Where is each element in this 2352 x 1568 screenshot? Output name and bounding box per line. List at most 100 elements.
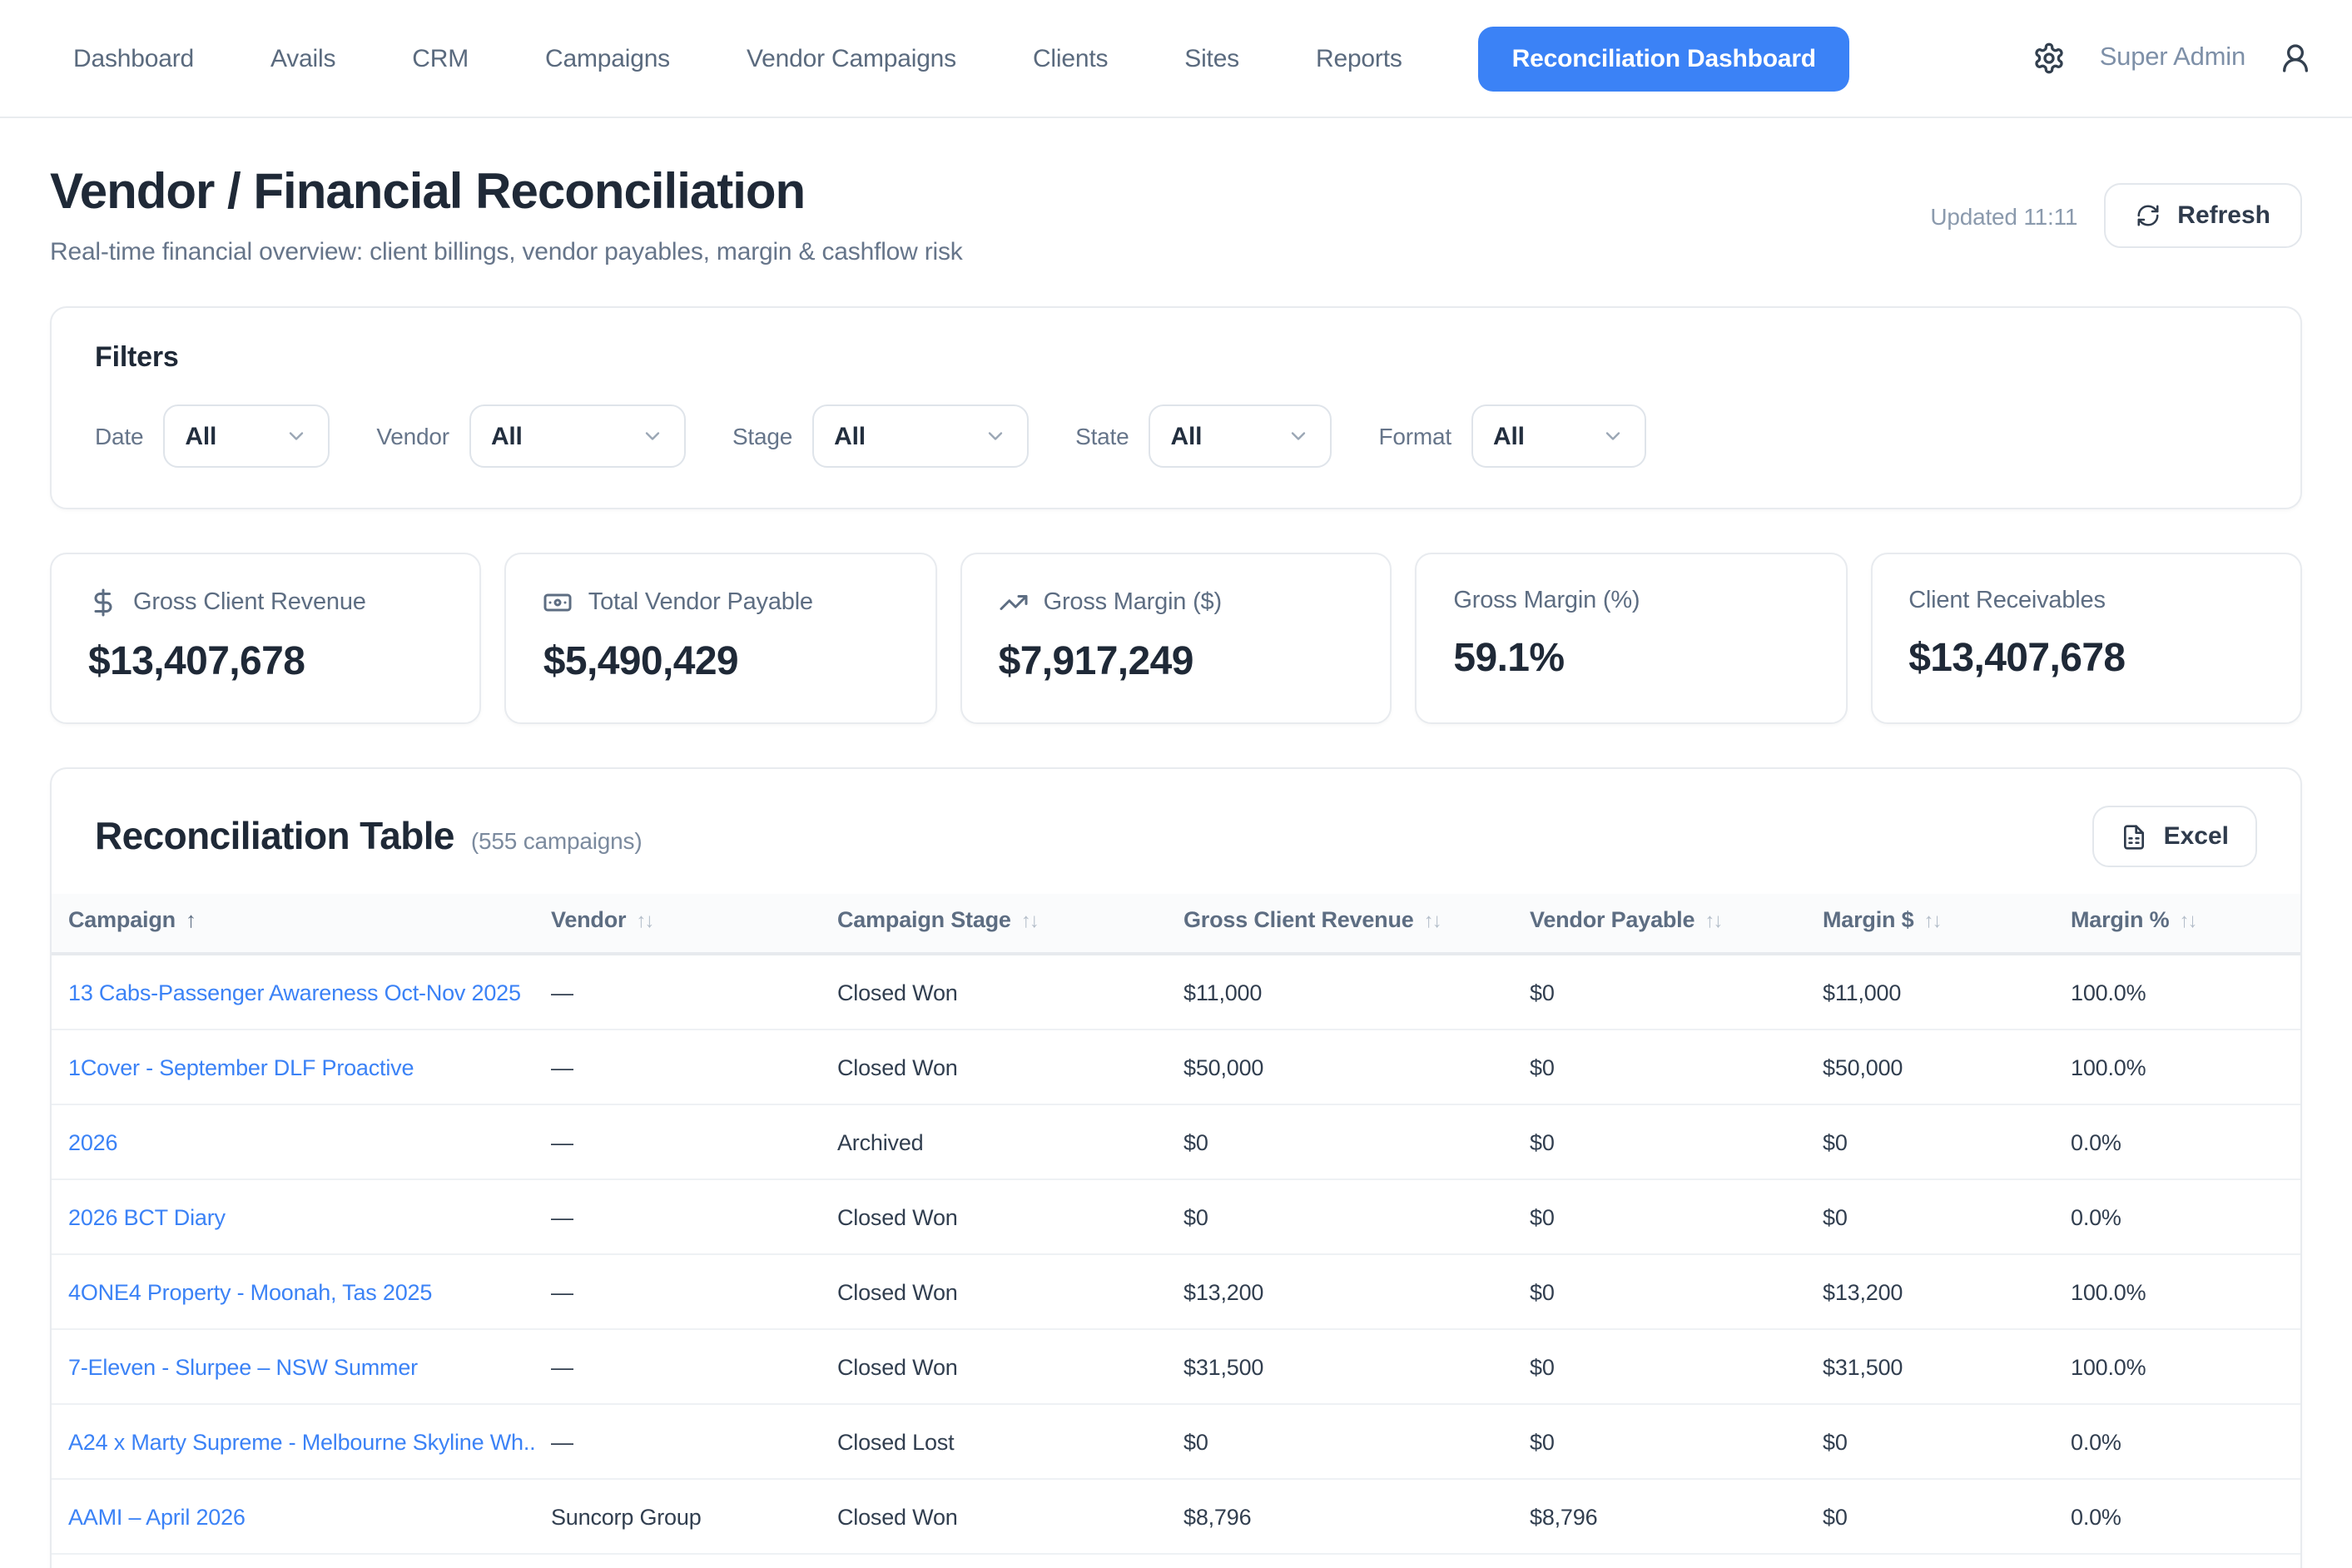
kpi-card-gross-margin: Gross Margin ($) $7,917,249 xyxy=(960,553,1392,724)
excel-export-button[interactable]: Excel xyxy=(2092,806,2257,867)
nav-item-avails[interactable]: Avails xyxy=(270,44,335,72)
table-row: 2026—Archived$0$0$00.0% xyxy=(52,1104,2300,1179)
settings-button[interactable] xyxy=(2033,42,2067,75)
table-body: 13 Cabs-Passenger Awareness Oct-Nov 2025… xyxy=(52,954,2300,1568)
cell-margin-percent: 0.0% xyxy=(2054,1554,2287,1568)
filter-select-format[interactable]: All xyxy=(1471,404,1646,468)
cell-actions xyxy=(2287,1554,2300,1568)
sort-asc-icon: ↑ xyxy=(186,907,196,932)
column-header-campaign-stage[interactable]: Campaign Stage↑↓ xyxy=(821,894,1167,954)
filter-group-vendor: Vendor All xyxy=(376,404,686,468)
kpi-card-client-receivables: Client Receivables$13,407,678 xyxy=(1870,553,2302,724)
cell-stage: Closed Won xyxy=(821,1030,1167,1104)
nav-item-vendor-campaigns[interactable]: Vendor Campaigns xyxy=(747,44,956,72)
filter-value-format: All xyxy=(1493,422,1525,450)
cell-vendor: — xyxy=(534,954,821,1030)
top-nav: Dashboard Avails CRM Campaigns Vendor Campai… xyxy=(0,0,2352,118)
nav-item-reconciliation-dashboard[interactable]: Reconciliation Dashboard xyxy=(1479,26,1849,91)
campaign-link[interactable]: 2026 BCT Diary xyxy=(68,1204,226,1229)
chevron-down-icon xyxy=(984,424,1007,448)
cell-margin-dollars: $50,000 xyxy=(1806,1030,2054,1104)
kpi-value: $5,490,429 xyxy=(543,639,899,686)
file-spreadsheet-icon xyxy=(2121,823,2147,850)
column-header-gross-client-revenue[interactable]: Gross Client Revenue↑↓ xyxy=(1167,894,1513,954)
cell-gross-client-revenue: $50,000 xyxy=(1167,1030,1513,1104)
cell-gross-client-revenue: $13,200 xyxy=(1167,1254,1513,1329)
cell-margin-dollars: $0 xyxy=(1806,1479,2054,1554)
column-header-margin[interactable]: Margin $↑↓ xyxy=(1806,894,2054,954)
filter-value-date: All xyxy=(185,422,216,450)
refresh-button[interactable]: Refresh xyxy=(2104,183,2302,248)
page-subtitle: Real-time financial overview: client bil… xyxy=(50,238,963,266)
table-row: 2026 BCT Diary—Closed Won$0$0$00.0% xyxy=(52,1179,2300,1254)
cell-stage: Closed Lost xyxy=(821,1404,1167,1479)
filter-label-state: State xyxy=(1075,423,1129,449)
banknote-icon xyxy=(543,588,573,618)
sort-both-icon: ↑↓ xyxy=(1704,909,1721,932)
kpi-row: Gross Client Revenue$13,407,678Total Ven… xyxy=(50,553,2302,724)
cell-actions xyxy=(2287,1254,2300,1329)
campaign-link[interactable]: 1Cover - September DLF Proactive xyxy=(68,1054,414,1079)
user-round-icon xyxy=(2279,42,2312,75)
kpi-value: $7,917,249 xyxy=(999,639,1354,686)
kpi-value: $13,407,678 xyxy=(1908,636,2264,682)
campaign-link[interactable]: 7-Eleven - Slurpee – NSW Summer xyxy=(68,1354,418,1379)
cell-margin-dollars: $0 xyxy=(1806,1179,2054,1254)
refresh-button-label: Refresh xyxy=(2177,201,2270,230)
column-header-vendor-payable[interactable]: Vendor Payable↑↓ xyxy=(1513,894,1806,954)
kpi-card-gross-client-revenue: Gross Client Revenue$13,407,678 xyxy=(50,553,482,724)
campaign-link[interactable]: A24 x Marty Supreme - Melbourne Skyline … xyxy=(68,1429,534,1454)
nav-items: Dashboard Avails CRM Campaigns Vendor Campai… xyxy=(73,44,1402,72)
kpi-label: Gross Margin ($) xyxy=(999,588,1354,618)
cell-campaign: 4ONE4 Property - Moonah, Tas 2025 xyxy=(52,1254,534,1329)
chevron-down-icon xyxy=(1601,424,1625,448)
nav-item-clients[interactable]: Clients xyxy=(1033,44,1108,72)
filter-value-vendor: All xyxy=(491,422,523,450)
nav-item-dashboard[interactable]: Dashboard xyxy=(73,44,194,72)
filter-select-vendor[interactable]: All xyxy=(469,404,686,468)
reconciliation-table-card: Reconciliation Table (555 campaigns) Exc… xyxy=(50,767,2302,1568)
nav-item-reports[interactable]: Reports xyxy=(1316,44,1402,72)
cell-campaign: 13 Cabs-Passenger Awareness Oct-Nov 2025 xyxy=(52,954,534,1030)
cell-vendor-payable: $0 xyxy=(1513,1254,1806,1329)
cell-actions xyxy=(2287,1179,2300,1254)
cell-stage: Archived xyxy=(821,1104,1167,1179)
cell-campaign: 1Cover - September DLF Proactive xyxy=(52,1030,534,1104)
reconciliation-table: Campaign↑Vendor↑↓Campaign Stage↑↓Gross C… xyxy=(52,894,2300,1568)
table-row: 4ONE4 Property - Moonah, Tas 2025—Closed… xyxy=(52,1254,2300,1329)
nav-item-sites[interactable]: Sites xyxy=(1184,44,1239,72)
cell-margin-percent: 100.0% xyxy=(2054,1329,2287,1404)
filter-select-date[interactable]: All xyxy=(163,404,330,468)
cell-gross-client-revenue: $8,796 xyxy=(1167,1479,1513,1554)
column-header-vendor[interactable]: Vendor↑↓ xyxy=(534,894,821,954)
kpi-card-total-vendor-payable: Total Vendor Payable$5,490,429 xyxy=(505,553,937,724)
cell-gross-client-revenue: $0 xyxy=(1167,1404,1513,1479)
filter-label-vendor: Vendor xyxy=(376,423,449,449)
column-header-campaign[interactable]: Campaign↑ xyxy=(52,894,534,954)
nav-item-campaigns[interactable]: Campaigns xyxy=(545,44,670,72)
user-menu-button[interactable] xyxy=(2279,42,2312,75)
cell-vendor: — xyxy=(534,1329,821,1404)
filter-value-state: All xyxy=(1171,422,1203,450)
cell-margin-percent: 100.0% xyxy=(2054,1254,2287,1329)
filter-label-date: Date xyxy=(95,423,143,449)
nav-item-crm[interactable]: CRM xyxy=(412,44,469,72)
page-header: Vendor / Financial Reconciliation Real-t… xyxy=(0,118,2352,266)
updated-timestamp: Updated 11:11 xyxy=(1930,202,2077,229)
cell-margin-dollars: $0 xyxy=(1806,1554,2054,1568)
campaign-link[interactable]: 4ONE4 Property - Moonah, Tas 2025 xyxy=(68,1279,432,1304)
trending-up-icon xyxy=(999,588,1029,618)
dollar-sign-icon xyxy=(88,588,118,618)
kpi-card-gross-margin: Gross Margin (%)59.1% xyxy=(1415,553,1847,724)
cell-actions xyxy=(2287,1030,2300,1104)
filter-select-state[interactable]: All xyxy=(1149,404,1332,468)
campaign-link[interactable]: 13 Cabs-Passenger Awareness Oct-Nov 2025 xyxy=(68,980,521,1005)
campaign-link[interactable]: 2026 xyxy=(68,1129,117,1154)
filters-card: Filters DateAllVendorAllStageAllStateAll… xyxy=(50,306,2302,509)
table-row: AAMI – April 2026Suncorp GroupClosed Won… xyxy=(52,1479,2300,1554)
column-header-margin[interactable]: Margin %↑↓ xyxy=(2054,894,2287,954)
campaign-link[interactable]: AAMI – April 2026 xyxy=(68,1504,246,1529)
cell-stage: Closed Won xyxy=(821,1179,1167,1254)
cell-margin-dollars: $31,500 xyxy=(1806,1329,2054,1404)
filter-select-stage[interactable]: All xyxy=(812,404,1029,468)
